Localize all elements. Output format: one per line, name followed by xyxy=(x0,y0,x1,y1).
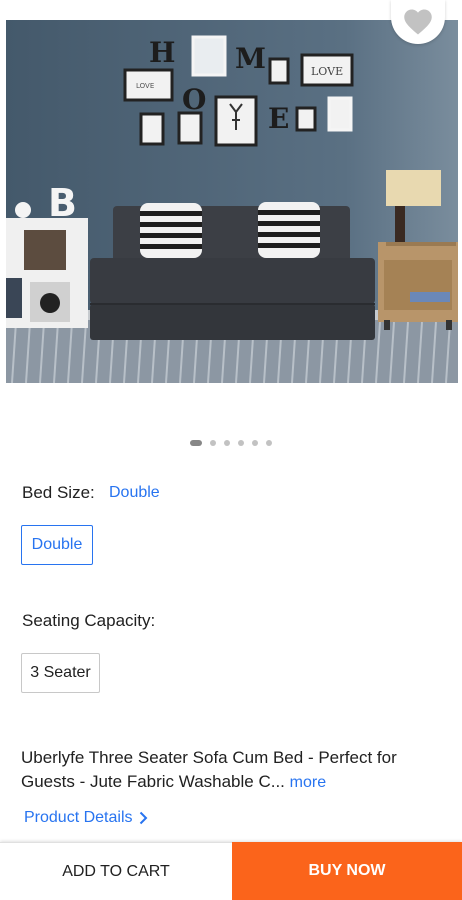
wall-letter-e: E xyxy=(268,102,289,135)
carousel-dot[interactable] xyxy=(224,440,230,446)
product-description: Uberlyfe Three Seater Sofa Cum Bed - Per… xyxy=(21,746,441,795)
chevron-right-icon xyxy=(139,811,147,825)
wall-letter-o: O xyxy=(182,83,206,116)
wall-letter-m: M xyxy=(235,42,266,75)
carousel-dot-active[interactable] xyxy=(190,440,202,446)
bed-size-label: Bed Size: xyxy=(22,483,95,502)
seating-option-3-seater[interactable]: 3 Seater xyxy=(21,653,100,693)
heart-icon xyxy=(404,9,432,35)
frame-love-large-text: LOVE xyxy=(311,65,343,78)
buy-now-button[interactable]: BUY NOW xyxy=(232,842,462,900)
carousel-dot[interactable] xyxy=(238,440,244,446)
carousel-dot[interactable] xyxy=(210,440,216,446)
product-details-link[interactable]: Product Details xyxy=(24,809,148,827)
bed-size-option-double[interactable]: Double xyxy=(21,525,93,565)
description-more-link[interactable]: more xyxy=(290,774,326,791)
wall-letter-h: H xyxy=(149,36,175,69)
product-image[interactable]: H O M E LOVE LOVE B xyxy=(6,20,458,383)
product-details-label: Product Details xyxy=(24,809,133,826)
add-to-cart-button[interactable]: ADD TO CART xyxy=(0,842,232,900)
product-description-text: Uberlyfe Three Seater Sofa Cum Bed - Per… xyxy=(21,748,397,791)
frame-love-small-text: LOVE xyxy=(136,82,154,90)
carousel-dot[interactable] xyxy=(252,440,258,446)
seating-capacity-label: Seating Capacity: xyxy=(22,611,156,630)
bed-size-selected-value: Double xyxy=(109,484,160,501)
shelf-letter-b: B xyxy=(48,181,77,225)
carousel-dot[interactable] xyxy=(266,440,272,446)
bottom-action-bar: ADD TO CART BUY NOW xyxy=(0,842,462,900)
carousel-indicator xyxy=(0,440,462,446)
